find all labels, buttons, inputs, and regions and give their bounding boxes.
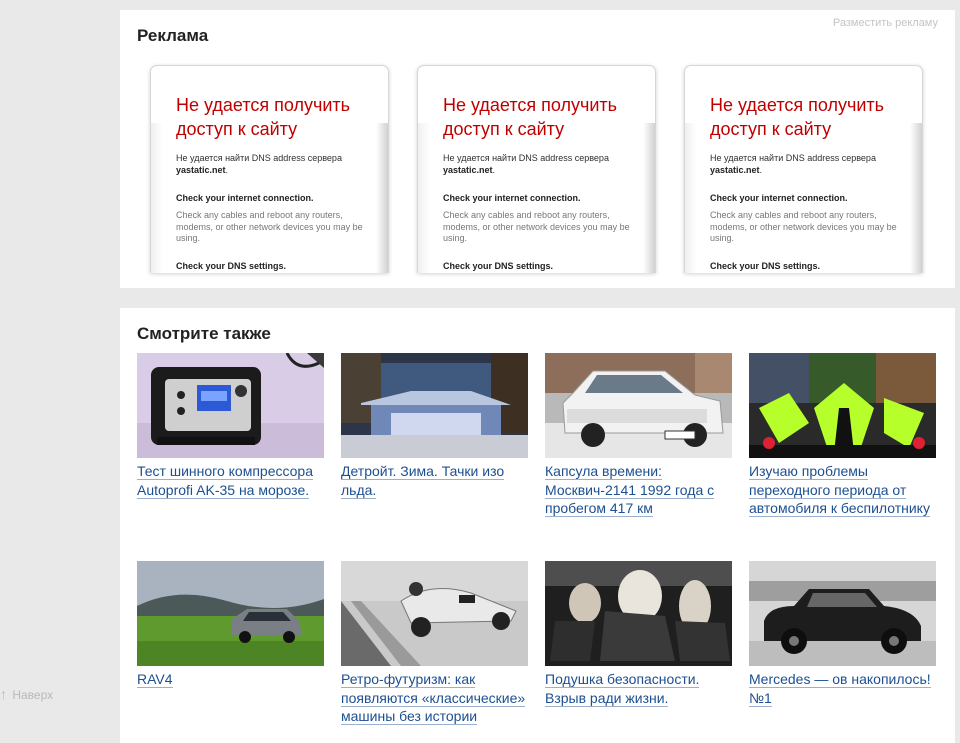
arrow-up-icon: ↑ <box>0 686 7 702</box>
dns-host: yastatic.net <box>176 164 226 175</box>
card-link[interactable]: Детройт. Зима. Тачки изо льда. <box>341 462 533 499</box>
card-link[interactable]: Изучаю проблемы переходного периода от а… <box>749 462 941 518</box>
race-car-collage-thumbnail[interactable] <box>749 353 936 458</box>
check-connection-heading: Check your internet connection. <box>176 193 314 203</box>
check-dns-heading: Check your DNS settings. <box>443 261 554 271</box>
back-to-top-label: Наверх <box>12 688 54 702</box>
check-connection-desc: Check any cables and reboot any routers,… <box>176 210 363 243</box>
check-dns-heading: Check your DNS settings. <box>176 261 287 271</box>
check-connection-heading: Check your internet connection. <box>710 193 848 203</box>
card-link[interactable]: Тест шинного компрессора Autoprofi AK-35… <box>137 462 329 499</box>
check-connection-desc: Check any cables and reboot any routers,… <box>443 210 630 243</box>
dns-host: yastatic.net <box>443 164 493 175</box>
ad-frame-3[interactable]: Не удается получить доступ к сайту Не уд… <box>684 65 923 273</box>
dns-error-text: Не удается найти DNS address сервера yast… <box>176 153 342 175</box>
airbag-interior-thumbnail[interactable] <box>545 561 732 666</box>
ice-sculpture-tent-thumbnail[interactable] <box>341 353 528 458</box>
dns-error-text: Не удается найти DNS address сервера yast… <box>710 153 876 175</box>
tire-compressor-thumbnail[interactable] <box>137 353 324 458</box>
retro-race-car-thumbnail[interactable] <box>341 561 528 666</box>
card-link[interactable]: RAV4 <box>137 670 329 689</box>
card-link[interactable]: Подушка безопасности. Взрыв ради жизни. <box>545 670 737 707</box>
check-connection-heading: Check your internet connection. <box>443 193 581 203</box>
place-ad-link[interactable]: Разместить рекламу <box>833 17 938 29</box>
dns-error-text: Не удается найти DNS address сервера yast… <box>443 153 609 175</box>
back-to-top-link[interactable]: ↑ Наверх <box>0 686 53 702</box>
check-dns-heading: Check your DNS settings. <box>710 261 821 271</box>
card-link[interactable]: Ретро-футуризм: как появляются «классиче… <box>341 670 533 726</box>
card-link[interactable]: Mercedes — ов накопилось! №1 <box>749 670 941 707</box>
ad-frame-1[interactable]: Не удается получить доступ к сайту Не уд… <box>150 65 389 273</box>
error-title: Не удается получить доступ к сайту <box>176 95 351 139</box>
error-title: Не удается получить доступ к сайту <box>710 95 885 139</box>
white-moskvich-thumbnail[interactable] <box>545 353 732 458</box>
ads-panel: Реклама Разместить рекламу Не удается по… <box>120 10 955 288</box>
card-link[interactable]: Капсула времени: Москвич-2141 1992 года … <box>545 462 737 518</box>
ad-frame-2[interactable]: Не удается получить доступ к сайту Не уд… <box>417 65 656 273</box>
dns-host: yastatic.net <box>710 164 760 175</box>
toyota-rav4-thumbnail[interactable] <box>137 561 324 666</box>
see-also-title: Смотрите также <box>137 324 271 343</box>
vintage-mercedes-thumbnail[interactable] <box>749 561 936 666</box>
error-title: Не удается получить доступ к сайту <box>443 95 618 139</box>
ads-title: Реклама <box>137 26 209 45</box>
check-connection-desc: Check any cables and reboot any routers,… <box>710 210 897 243</box>
see-also-panel: Смотрите также Тест шинного компрессора … <box>120 308 955 743</box>
